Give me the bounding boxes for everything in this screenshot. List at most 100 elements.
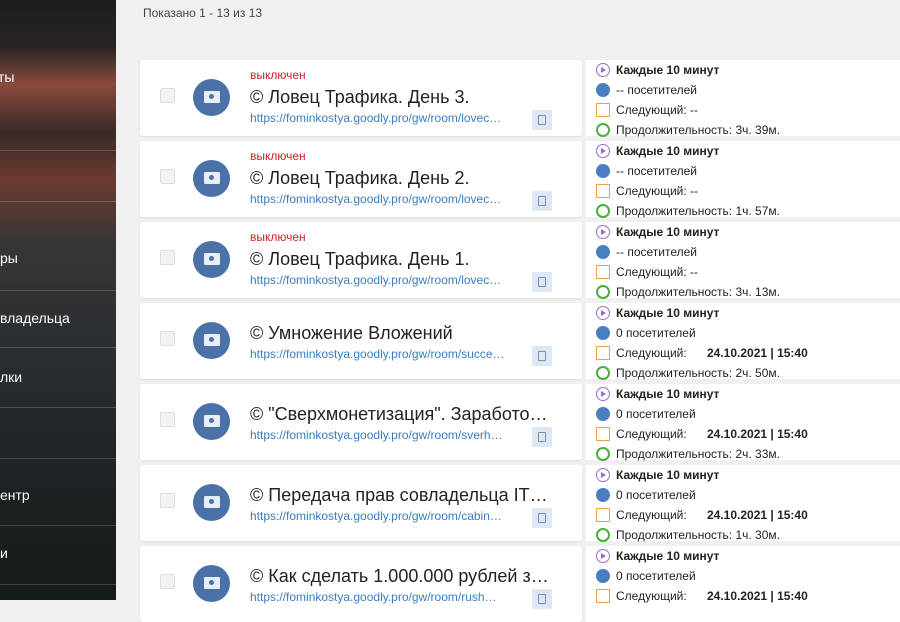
visitors: -- посетителей bbox=[616, 164, 697, 178]
room-link[interactable]: https://fominkostya.goodly.pro/gw/room/s… bbox=[250, 428, 526, 442]
copy-link-button[interactable] bbox=[532, 508, 552, 528]
schedule: Каждые 10 минут bbox=[616, 144, 720, 158]
room-link[interactable]: https://fominkostya.goodly.pro/gw/room/s… bbox=[250, 347, 526, 361]
room-title[interactable]: © "Сверхмонетизация". Заработо… bbox=[250, 404, 550, 425]
room-link[interactable]: https://fominkostya.goodly.pro/gw/room/c… bbox=[250, 509, 526, 523]
status-badge: выключен bbox=[250, 149, 306, 163]
status-badge: выключен bbox=[250, 230, 306, 244]
next-date: 24.10.2021 | 15:40 bbox=[707, 346, 808, 360]
duration: Продолжительность: 2ч. 50м. bbox=[616, 366, 780, 380]
room-link[interactable]: https://fominkostya.goodly.pro/gw/room/r… bbox=[250, 590, 526, 604]
next-date: 24.10.2021 | 15:40 bbox=[707, 508, 808, 522]
copy-icon bbox=[538, 351, 546, 361]
user-icon bbox=[596, 83, 610, 97]
play-icon bbox=[596, 144, 610, 158]
row-checkbox[interactable] bbox=[160, 250, 175, 265]
visitors: 0 посетителей bbox=[616, 407, 696, 421]
row-checkbox[interactable] bbox=[160, 574, 175, 589]
copy-link-button[interactable] bbox=[532, 427, 552, 447]
clock-icon bbox=[596, 528, 610, 542]
copy-link-button[interactable] bbox=[532, 346, 552, 366]
room-card: © Передача прав совладельца IT… https://… bbox=[140, 465, 582, 541]
room-avatar-camera-icon bbox=[193, 322, 230, 359]
clock-icon bbox=[596, 447, 610, 461]
play-icon bbox=[596, 549, 610, 563]
row-checkbox[interactable] bbox=[160, 412, 175, 427]
room-title[interactable]: © Ловец Трафика. День 3. bbox=[250, 87, 550, 108]
room-title[interactable]: © Передача прав совладельца IT… bbox=[250, 485, 550, 506]
copy-icon bbox=[538, 432, 546, 442]
row-checkbox[interactable] bbox=[160, 88, 175, 103]
copy-icon bbox=[538, 594, 546, 604]
room-title[interactable]: © Как сделать 1.000.000 рублей з… bbox=[250, 566, 550, 587]
sidebar-item[interactable]: лки bbox=[0, 369, 116, 385]
room-row[interactable]: © Умножение Вложений https://fominkostya… bbox=[140, 303, 900, 380]
room-avatar-camera-icon bbox=[193, 241, 230, 278]
schedule: Каждые 10 минут bbox=[616, 549, 720, 563]
play-icon bbox=[596, 225, 610, 239]
sidebar-item[interactable]: владельца bbox=[0, 310, 116, 326]
user-icon bbox=[596, 488, 610, 502]
room-row[interactable]: © Передача прав совладельца IT… https://… bbox=[140, 465, 900, 542]
room-avatar-camera-icon bbox=[193, 160, 230, 197]
room-link[interactable]: https://fominkostya.goodly.pro/gw/room/l… bbox=[250, 273, 526, 287]
room-info: Каждые 10 минут -- посетителей Следующий… bbox=[586, 222, 900, 299]
copy-link-button[interactable] bbox=[532, 110, 552, 130]
room-row[interactable]: выключен © Ловец Трафика. День 2. https:… bbox=[140, 141, 900, 218]
status-badge: выключен bbox=[250, 68, 306, 82]
room-row[interactable]: выключен © Ловец Трафика. День 3. https:… bbox=[140, 60, 900, 137]
next-label: Следующий: bbox=[616, 427, 687, 441]
room-title[interactable]: © Ловец Трафика. День 2. bbox=[250, 168, 550, 189]
copy-link-button[interactable] bbox=[532, 191, 552, 211]
calendar-icon bbox=[596, 184, 610, 198]
divider bbox=[0, 525, 116, 526]
divider bbox=[0, 347, 116, 348]
room-row[interactable]: выключен © Ловец Трафика. День 1. https:… bbox=[140, 222, 900, 299]
divider bbox=[0, 584, 116, 585]
row-checkbox[interactable] bbox=[160, 169, 175, 184]
room-title[interactable]: © Умножение Вложений bbox=[250, 323, 550, 344]
play-icon bbox=[596, 63, 610, 77]
schedule: Каждые 10 минут bbox=[616, 225, 720, 239]
room-card: © Как сделать 1.000.000 рублей з… https:… bbox=[140, 546, 582, 622]
calendar-icon bbox=[596, 346, 610, 360]
duration: Продолжительность: 3ч. 39м. bbox=[616, 123, 780, 137]
room-link[interactable]: https://fominkostya.goodly.pro/gw/room/l… bbox=[250, 192, 526, 206]
divider bbox=[0, 290, 116, 291]
visitors: -- посетителей bbox=[616, 83, 697, 97]
room-card: выключен © Ловец Трафика. День 2. https:… bbox=[140, 141, 582, 217]
visitors: 0 посетителей bbox=[616, 488, 696, 502]
room-avatar-camera-icon bbox=[193, 403, 230, 440]
room-title[interactable]: © Ловец Трафика. День 1. bbox=[250, 249, 550, 270]
room-row[interactable]: © Как сделать 1.000.000 рублей з… https:… bbox=[140, 546, 900, 622]
next-label: Следующий: -- bbox=[616, 265, 699, 279]
sidebar-item[interactable]: и bbox=[0, 545, 116, 561]
pagination-summary: Показано 1 - 13 из 13 bbox=[143, 6, 263, 20]
duration: Продолжительность: 1ч. 30м. bbox=[616, 528, 780, 542]
sidebar-item[interactable]: ентр bbox=[0, 487, 116, 503]
schedule: Каждые 10 минут bbox=[616, 387, 720, 401]
divider bbox=[0, 458, 116, 459]
room-card: © "Сверхмонетизация". Заработо… https://… bbox=[140, 384, 582, 460]
schedule: Каждые 10 минут bbox=[616, 306, 720, 320]
room-row[interactable]: © "Сверхмонетизация". Заработо… https://… bbox=[140, 384, 900, 461]
play-icon bbox=[596, 306, 610, 320]
room-info: Каждые 10 минут -- посетителей Следующий… bbox=[586, 141, 900, 218]
row-checkbox[interactable] bbox=[160, 331, 175, 346]
room-avatar-camera-icon bbox=[193, 79, 230, 116]
divider bbox=[0, 150, 116, 151]
copy-link-button[interactable] bbox=[532, 272, 552, 292]
room-link[interactable]: https://fominkostya.goodly.pro/gw/room/l… bbox=[250, 111, 526, 125]
room-avatar-camera-icon bbox=[193, 565, 230, 602]
user-icon bbox=[596, 569, 610, 583]
sidebar-item[interactable]: ры bbox=[0, 250, 116, 266]
copy-link-button[interactable] bbox=[532, 589, 552, 609]
user-icon bbox=[596, 326, 610, 340]
sidebar-item[interactable]: ты bbox=[0, 69, 114, 85]
copy-icon bbox=[538, 513, 546, 523]
row-checkbox[interactable] bbox=[160, 493, 175, 508]
visitors: 0 посетителей bbox=[616, 326, 696, 340]
visitors: -- посетителей bbox=[616, 245, 697, 259]
user-icon bbox=[596, 245, 610, 259]
schedule: Каждые 10 минут bbox=[616, 468, 720, 482]
